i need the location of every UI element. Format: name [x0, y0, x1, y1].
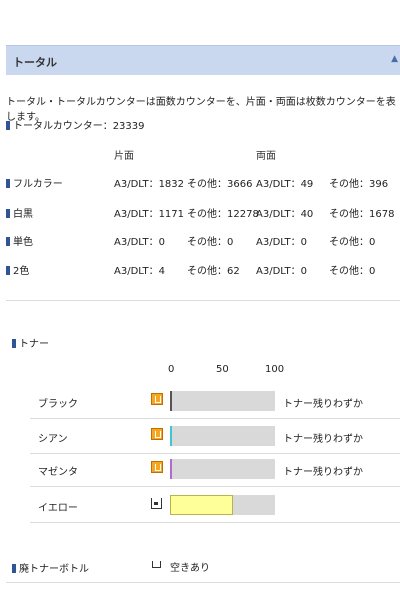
scale-label-100: 100 [265, 364, 285, 375]
triangle-up-icon[interactable]: ▲ [391, 54, 398, 64]
cell-double-other: その他：0 [329, 266, 376, 277]
toner-low-icon [151, 461, 163, 473]
toner-ok-icon [151, 498, 162, 509]
toner-status-cyan: トナー残りわずか [283, 434, 363, 445]
toner-bar-cyan [170, 426, 275, 446]
col-header-single: 片面 [114, 151, 134, 162]
toner-bar-black [170, 391, 275, 411]
divider [6, 300, 400, 301]
toner-bar-magenta [170, 459, 275, 479]
toner-fill-magenta [170, 459, 173, 479]
divider [30, 522, 400, 523]
waste-toner-title: 廃トナーボトル [12, 560, 89, 575]
bullet-icon [6, 266, 10, 275]
divider [30, 486, 400, 487]
toner-fill-cyan [170, 426, 173, 446]
scale-label-0: 0 [168, 364, 175, 375]
cell-double-a3: A3/DLT：40 [256, 209, 314, 220]
toner-status-black: トナー残りわずか [283, 399, 363, 410]
bullet-icon [6, 237, 10, 246]
toner-name-black: ブラック [38, 399, 78, 410]
cell-single-other: その他：0 [187, 237, 234, 248]
cell-single-a3: A3/DLT：0 [114, 237, 165, 248]
toner-low-icon [151, 428, 163, 440]
table-row: 単色 [6, 233, 33, 248]
toner-section-title: トナー [12, 335, 49, 350]
divider [30, 418, 400, 419]
bullet-icon [12, 564, 16, 573]
bullet-icon [6, 121, 10, 130]
section-header-total[interactable]: トータル ▲ [6, 45, 400, 75]
cell-single-a3: A3/DLT：4 [114, 266, 165, 277]
cell-double-other: その他：396 [329, 179, 389, 190]
waste-status: 空きあり [170, 563, 210, 574]
divider [6, 582, 400, 583]
toner-low-icon [151, 393, 163, 405]
cell-single-a3: A3/DLT：1832 [114, 179, 185, 190]
toner-name-cyan: シアン [38, 434, 68, 445]
bullet-icon [6, 209, 10, 218]
waste-bottle-icon [152, 561, 161, 568]
toner-name-yellow: イエロー [38, 503, 78, 514]
cell-single-a3: A3/DLT：1171 [114, 209, 185, 220]
col-header-double: 両面 [256, 151, 276, 162]
cell-double-a3: A3/DLT：0 [256, 266, 307, 277]
table-row: フルカラー [6, 175, 63, 190]
divider [30, 453, 400, 454]
toner-status-magenta: トナー残りわずか [283, 467, 363, 478]
cell-single-other: その他：62 [187, 266, 240, 277]
cell-double-a3: A3/DLT：49 [256, 179, 314, 190]
cell-single-other: その他：12278 [187, 209, 259, 220]
section-title: トータル [13, 56, 57, 69]
scale-label-50: 50 [216, 364, 229, 375]
toner-fill-yellow [170, 495, 233, 515]
cell-double-other: その他：1678 [329, 209, 395, 220]
cell-double-other: その他：0 [329, 237, 376, 248]
bullet-icon [12, 339, 16, 348]
table-row: 白黒 [6, 205, 33, 220]
table-row: 2色 [6, 262, 29, 277]
toner-name-magenta: マゼンタ [38, 467, 78, 478]
toner-bar-yellow [170, 495, 275, 515]
cell-single-other: その他：3666 [187, 179, 253, 190]
cell-double-a3: A3/DLT：0 [256, 237, 307, 248]
total-counter: トータルカウンター：23339 [6, 117, 145, 132]
toner-fill-black [170, 391, 173, 411]
bullet-icon [6, 179, 10, 188]
